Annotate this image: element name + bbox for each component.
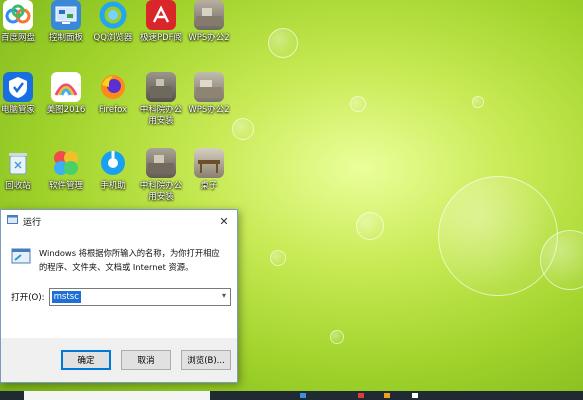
qq-browser-icon xyxy=(98,0,128,30)
desktop-icon-label: 中科院办公用安装 xyxy=(139,105,183,126)
dialog-titlebar[interactable]: 运行 xyxy=(1,210,237,232)
desktop-icon-label: QQ浏览器 xyxy=(93,33,133,43)
run-app-icon xyxy=(7,214,18,228)
dialog-title: 运行 xyxy=(23,217,42,228)
desktop-icon-label: 手机助 xyxy=(100,181,126,191)
desktop-icon-desk[interactable]: 桌子 xyxy=(185,148,233,192)
desktop-icon-label: Firefox xyxy=(98,105,128,115)
taskbar-app-icon[interactable] xyxy=(384,393,390,398)
desktop-icon-label: 美图2016 xyxy=(46,105,86,115)
photo-file-icon xyxy=(146,148,176,178)
run-program-icon xyxy=(11,246,31,274)
wallpaper-bubble xyxy=(268,28,298,58)
pdf-reader-icon xyxy=(146,0,176,30)
wallpaper-bubble xyxy=(232,118,254,140)
desktop-icon-software-manager[interactable]: 软件管理 xyxy=(42,148,90,192)
desktop-icon-qq-browser[interactable]: QQ浏览器 xyxy=(89,0,137,44)
desktop-icon-recycle-bin[interactable]: 回收站 xyxy=(0,148,42,192)
taskbar-app-icon[interactable] xyxy=(300,393,306,398)
desktop-icon-label: 控制面板 xyxy=(48,33,83,43)
close-icon: ✕ xyxy=(219,214,229,228)
close-button[interactable]: ✕ xyxy=(211,210,237,232)
run-dialog: 运行 ✕ Windows 将根据你所输入的名称，为你打开相应的程序、文件夹、文档… xyxy=(0,209,238,383)
wallpaper-bubble xyxy=(472,96,484,108)
desktop-icon-label: 桌子 xyxy=(200,181,218,191)
browse-button[interactable]: 浏览(B)... xyxy=(181,350,231,370)
meitu-icon xyxy=(51,72,81,102)
desktop-icon-label: 电脑管家 xyxy=(0,105,35,115)
control-panel-icon xyxy=(51,0,81,30)
desktop-icon-firefox[interactable]: Firefox xyxy=(89,72,137,116)
open-label: 打开(O): xyxy=(11,293,45,303)
desktop-icon-label: 中科院办公用安装 xyxy=(139,181,183,202)
desktop-icon-baidu-netdisk[interactable]: 百度网盘 xyxy=(0,0,42,44)
pc-manager-icon xyxy=(3,72,33,102)
desktop-icon-phone-assistant[interactable]: 手机助 xyxy=(89,148,137,192)
taskbar-app-icon[interactable] xyxy=(412,393,418,398)
taskbar-app-icon[interactable] xyxy=(358,393,364,398)
wallpaper-bubble xyxy=(330,330,344,344)
desktop-icon-office-install[interactable]: 中科院办公用安装 xyxy=(137,72,185,127)
desktop-icon-pc-manager[interactable]: 电脑管家 xyxy=(0,72,42,116)
photo-file-icon xyxy=(194,72,224,102)
desktop-icon-meitu[interactable]: 美图2016 xyxy=(42,72,90,116)
software-manager-icon xyxy=(51,148,81,178)
desktop-icon-label: 百度网盘 xyxy=(0,33,35,43)
photo-file-icon xyxy=(194,0,224,30)
photo-file-icon xyxy=(146,72,176,102)
desktop-icon-label: 软件管理 xyxy=(48,181,83,191)
phone-assistant-icon xyxy=(98,148,128,178)
desktop-icon-wps-office-3[interactable]: WPS办公2 xyxy=(185,72,233,116)
wallpaper-bubble xyxy=(270,250,286,266)
desktop-icon-pdf-reader[interactable]: 极速PDF阅 xyxy=(137,0,185,44)
cancel-button[interactable]: 取消 xyxy=(121,350,171,370)
open-input[interactable]: mstsc ▾ xyxy=(48,288,231,306)
firefox-icon xyxy=(98,72,128,102)
ok-button[interactable]: 确定 xyxy=(61,350,111,370)
desktop-icon-control-panel[interactable]: 控制面板 xyxy=(42,0,90,44)
photo-file-icon xyxy=(194,148,224,178)
open-input-value[interactable]: mstsc xyxy=(51,291,81,303)
wallpaper-bubble xyxy=(356,212,384,240)
desktop-icon-label: 极速PDF阅 xyxy=(139,33,183,43)
dialog-description: Windows 将根据你所输入的名称，为你打开相应的程序、文件夹、文档或 Int… xyxy=(39,248,220,272)
chevron-down-icon[interactable]: ▾ xyxy=(222,291,226,300)
desktop-icon-office-install-2[interactable]: 中科院办公用安装 xyxy=(137,148,185,203)
baidu-netdisk-icon xyxy=(3,0,33,30)
recycle-bin-icon xyxy=(3,148,33,178)
wallpaper-bubble xyxy=(438,176,558,296)
desktop-icon-label: WPS办公2 xyxy=(188,33,230,43)
dialog-button-row: 确定 取消 浏览(B)... xyxy=(1,338,237,382)
desktop-icon-label: WPS办公2 xyxy=(188,105,230,115)
wallpaper-bubble xyxy=(350,96,366,112)
taskbar-search-box[interactable] xyxy=(24,391,210,400)
desktop-icon-wps-office[interactable]: WPS办公2 xyxy=(185,0,233,44)
desktop-icon-label: 回收站 xyxy=(5,181,31,191)
